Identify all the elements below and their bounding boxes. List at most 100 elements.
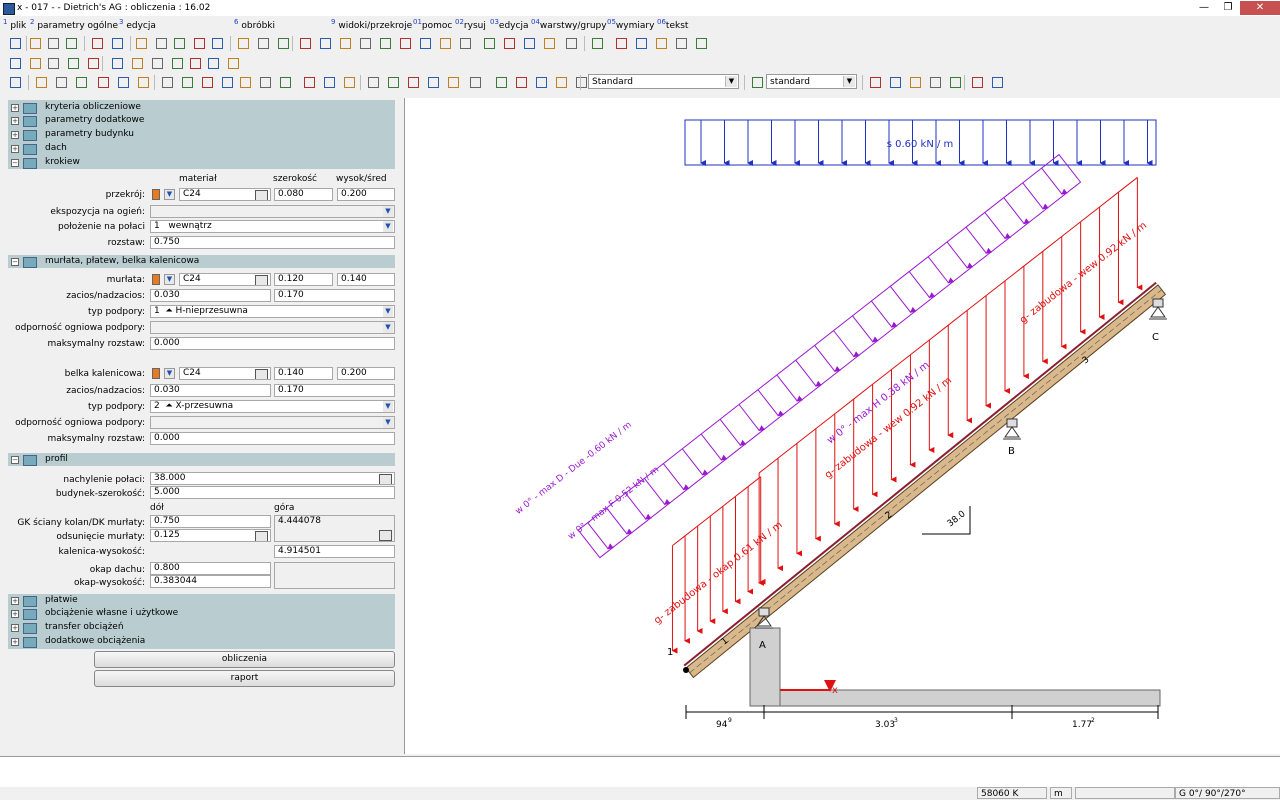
menu-dimensions[interactable]: 05wymiary — [607, 18, 654, 31]
tool-button[interactable] — [386, 75, 400, 89]
ridge-beam-height-field[interactable]: 0.200 — [337, 367, 395, 380]
position-select[interactable]: 1 wewnątrz ▼ — [150, 220, 395, 233]
tool-button[interactable] — [188, 56, 202, 70]
tool-button[interactable] — [210, 36, 224, 50]
tool-button[interactable] — [34, 75, 48, 89]
kneewall-top-field[interactable]: 4.444078 — [274, 515, 395, 542]
menu-layers[interactable]: 04warstwy/grupy — [531, 18, 607, 31]
tool-button[interactable] — [28, 56, 42, 70]
tool-button[interactable] — [276, 36, 290, 50]
tool-button[interactable] — [96, 75, 110, 89]
tool-button[interactable] — [226, 56, 240, 70]
group-profile[interactable]: − profil — [8, 453, 395, 466]
tool-button[interactable] — [298, 36, 312, 50]
drawing-canvas[interactable]: s 0.60 kN / mxw 0° - max H 0.38 kN / mw … — [405, 98, 1280, 754]
tool-button[interactable] — [136, 75, 150, 89]
tool-button[interactable] — [54, 75, 68, 89]
wallplate-notch-field[interactable]: 0.030 — [150, 289, 271, 302]
tool-button[interactable] — [418, 36, 432, 50]
tool-button[interactable] — [990, 75, 1004, 89]
calculator-icon[interactable] — [379, 530, 392, 541]
app-icon[interactable] — [3, 3, 15, 15]
tool-button[interactable] — [278, 75, 292, 89]
material-color-swatch[interactable] — [152, 368, 160, 379]
group-profile-header[interactable]: − profil — [8, 453, 395, 466]
tool-button[interactable] — [170, 56, 184, 70]
tool-button[interactable] — [674, 36, 688, 50]
tool-button[interactable] — [256, 36, 270, 50]
tool-button[interactable] — [110, 36, 124, 50]
ridge-height-field[interactable]: 4.914501 — [274, 545, 395, 558]
command-line[interactable] — [0, 756, 1280, 788]
material-color-swatch[interactable] — [152, 274, 160, 285]
tool-button[interactable] — [318, 36, 332, 50]
menu-draw[interactable]: 02rysuj — [455, 18, 486, 31]
calculator-icon[interactable] — [255, 275, 268, 285]
tool-button[interactable] — [928, 75, 942, 89]
tool-button[interactable] — [398, 36, 412, 50]
tool-button[interactable] — [322, 75, 336, 89]
maximize-button[interactable]: ❐ — [1216, 1, 1240, 15]
tool-button[interactable] — [522, 36, 536, 50]
ridge-fire-select[interactable]: ▼ — [150, 416, 395, 429]
slope-field[interactable]: 38.000 — [150, 472, 395, 485]
tool-button[interactable] — [130, 56, 144, 70]
ridge-beam-material-field[interactable]: C24 — [179, 367, 271, 380]
tool-button[interactable] — [574, 75, 588, 89]
tool-button[interactable] — [110, 56, 124, 70]
group-criteria[interactable]: + kryteria obliczeniowe — [8, 101, 395, 114]
building-width-field[interactable]: 5.000 — [150, 486, 395, 499]
group-roof[interactable]: + dach — [8, 142, 395, 155]
calculator-icon[interactable] — [255, 190, 268, 200]
tool-button[interactable] — [154, 36, 168, 50]
tool-button[interactable] — [554, 75, 568, 89]
tool-button[interactable] — [236, 36, 250, 50]
material-dropdown[interactable]: ▼ — [164, 368, 175, 379]
tool-button[interactable] — [366, 75, 380, 89]
wallplate-fire-select[interactable]: ▼ — [150, 321, 395, 334]
tool-button[interactable] — [160, 75, 174, 89]
eave-height-field[interactable]: 0.383044 — [150, 575, 271, 588]
wallplate-material-field[interactable]: C24 — [179, 273, 271, 286]
group-building-params[interactable]: + parametry budynku — [8, 128, 395, 141]
tool-button[interactable] — [134, 36, 148, 50]
menu-views[interactable]: 9 widoki/przekroje — [331, 18, 412, 31]
tool-button[interactable] — [8, 75, 22, 89]
tool-button[interactable] — [86, 56, 100, 70]
tool-button[interactable] — [74, 75, 88, 89]
tool-button[interactable] — [378, 36, 392, 50]
wallplate-height-field[interactable]: 0.140 — [337, 273, 395, 286]
menu-general-params[interactable]: 2 parametry ogólne — [30, 18, 118, 31]
material-dropdown[interactable]: ▼ — [164, 274, 175, 285]
group-wallplate[interactable]: − murłata, płatew, belka kalenicowa — [8, 255, 395, 268]
tool-button[interactable] — [458, 36, 472, 50]
menu-text[interactable]: 06tekst — [657, 18, 688, 31]
material-dropdown[interactable]: ▼ — [164, 189, 175, 200]
wallplate-overnotch-field[interactable]: 0.170 — [274, 289, 395, 302]
tool-button[interactable] — [8, 36, 22, 50]
fire-exposure-select[interactable]: ▼ — [150, 205, 395, 218]
tool-button[interactable] — [888, 75, 902, 89]
group-dead-live-load[interactable]: + obciążenie własne i użytkowe — [8, 607, 395, 620]
tool-button[interactable] — [634, 36, 648, 50]
tool-button[interactable] — [868, 75, 882, 89]
tool-button[interactable] — [66, 56, 80, 70]
tool-button[interactable] — [116, 75, 130, 89]
tool-button[interactable] — [206, 56, 220, 70]
ridge-overnotch-field[interactable]: 0.170 — [274, 384, 395, 397]
wallplate-offset-field[interactable]: 0.125 — [150, 529, 271, 542]
group-rafter[interactable]: − krokiew — [8, 156, 395, 169]
group-purlins[interactable]: + płatwie — [8, 594, 395, 607]
menu-processing[interactable]: 6 obróbki — [234, 18, 275, 31]
tool-button[interactable] — [494, 75, 508, 89]
calculate-button[interactable]: obliczenia — [94, 651, 395, 668]
tool-button[interactable] — [590, 36, 604, 50]
tool-button[interactable] — [200, 75, 214, 89]
close-button[interactable]: ✕ — [1240, 1, 1280, 15]
tool-button[interactable] — [750, 75, 764, 89]
tool-button[interactable] — [542, 36, 556, 50]
style-combo[interactable]: Standard ▼ — [588, 74, 739, 89]
minimize-button[interactable]: — — [1192, 1, 1216, 15]
wallplate-maxspacing-field[interactable]: 0.000 — [150, 337, 395, 350]
ridge-beam-width-field[interactable]: 0.140 — [274, 367, 333, 380]
